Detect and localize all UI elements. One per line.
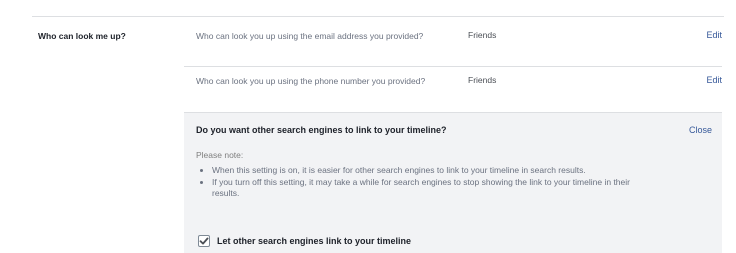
please-note-label: Please note:	[196, 150, 244, 160]
search-engine-setting-panel: Do you want other search engines to link…	[184, 112, 722, 253]
search-engine-checkbox[interactable]	[198, 235, 210, 247]
phone-lookup-row: Who can look you up using the phone numb…	[184, 66, 722, 108]
email-lookup-edit-link[interactable]: Edit	[706, 30, 722, 40]
phone-lookup-question: Who can look you up using the phone numb…	[196, 76, 426, 86]
section-label: Who can look me up?	[38, 31, 126, 41]
note-bullets: When this setting is on, it is easier fo…	[196, 165, 632, 200]
search-engine-setting-title: Do you want other search engines to link…	[196, 125, 447, 135]
search-engine-checkbox-row[interactable]: Let other search engines link to your ti…	[198, 235, 411, 247]
email-lookup-value: Friends	[468, 30, 497, 40]
note-bullet-1: When this setting is on, it is easier fo…	[212, 165, 632, 176]
note-bullet-2: If you turn off this setting, it may tak…	[212, 177, 632, 199]
privacy-settings-panel: Who can look me up? Who can look you up …	[0, 0, 736, 253]
check-icon	[199, 237, 209, 245]
phone-lookup-value: Friends	[468, 75, 497, 85]
phone-lookup-edit-link[interactable]: Edit	[706, 75, 722, 85]
top-divider	[32, 16, 724, 17]
email-lookup-row: Who can look you up using the email addr…	[184, 22, 722, 61]
close-link[interactable]: Close	[689, 125, 712, 135]
email-lookup-question: Who can look you up using the email addr…	[196, 31, 424, 41]
search-engine-checkbox-label: Let other search engines link to your ti…	[217, 236, 412, 246]
